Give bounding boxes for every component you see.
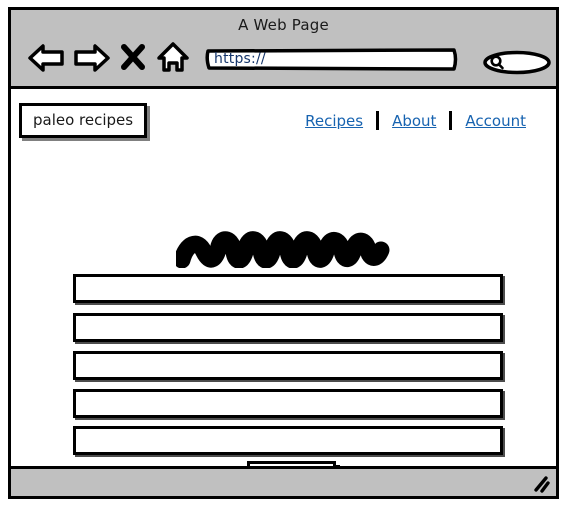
home-icon[interactable] [156, 41, 190, 77]
search-input[interactable] [482, 50, 552, 75]
stop-x-icon[interactable] [121, 44, 145, 74]
status-bar [11, 466, 556, 496]
recipe-field-1[interactable] [73, 274, 503, 303]
site-logo[interactable]: paleo recipes [19, 103, 148, 138]
forward-arrow-icon[interactable] [71, 43, 111, 77]
page-viewport: paleo recipes Recipes About Account Uplo… [11, 89, 556, 466]
url-text: https:// [214, 51, 266, 67]
browser-window: A Web Page https:// paleo recipes Recipe… [8, 7, 559, 499]
nav-link-about[interactable]: About [379, 112, 449, 130]
recipe-field-2[interactable] [73, 313, 503, 342]
scribble-heading [173, 230, 396, 269]
back-arrow-icon[interactable] [27, 43, 67, 77]
nav-link-account[interactable]: Account [452, 112, 539, 130]
browser-toolbar: A Web Page https:// [11, 10, 556, 89]
recipe-field-5[interactable] [73, 426, 503, 455]
recipe-field-4[interactable] [73, 389, 503, 418]
window-title: A Web Page [238, 16, 329, 34]
site-nav: Recipes About Account [292, 111, 539, 130]
url-input[interactable]: https:// [205, 47, 459, 72]
nav-link-recipes[interactable]: Recipes [292, 112, 376, 130]
recipe-field-3[interactable] [73, 351, 503, 380]
resize-grip-icon[interactable] [530, 473, 550, 493]
